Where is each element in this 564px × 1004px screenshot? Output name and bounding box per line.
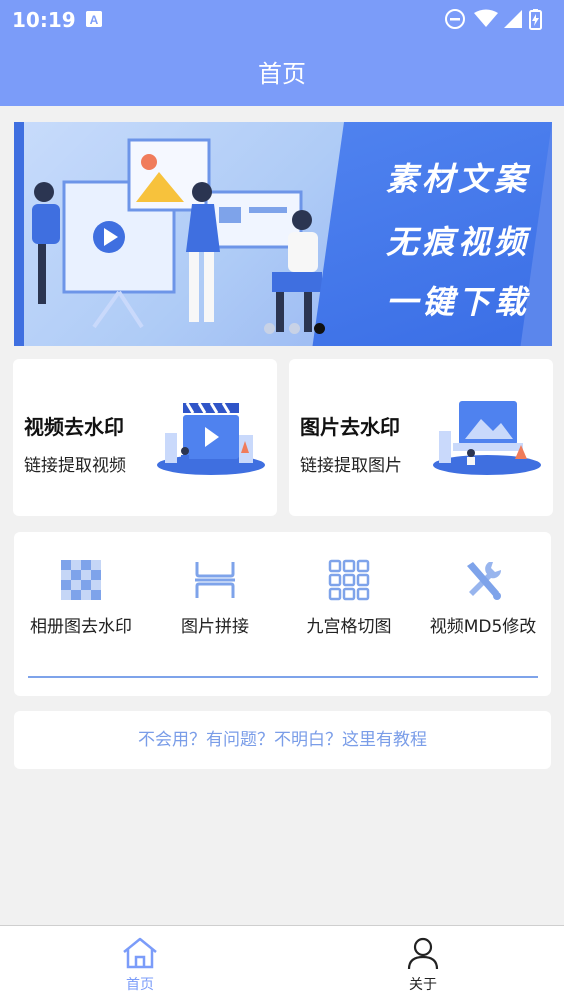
nav-label: 首页 — [126, 977, 154, 993]
nav-label: 关于 — [409, 977, 437, 993]
home-icon — [123, 937, 157, 969]
status-icons — [444, 8, 554, 30]
tool-image-stitch[interactable]: 图片拼接 — [148, 554, 282, 644]
grid-icon — [328, 559, 370, 601]
image-illustration — [431, 395, 543, 477]
status-time: 10:19 — [12, 8, 76, 32]
card-title: 视频去水印 — [24, 415, 124, 439]
status-bar: 10:19 A — [0, 0, 564, 40]
person-icon — [407, 937, 439, 970]
dnd-icon — [445, 9, 465, 29]
page-title: 首页 — [258, 60, 306, 88]
promo-banner[interactable]: 素材文案 无痕视频 一键下载 — [14, 122, 552, 346]
tool-label: 九宫格切图 — [306, 617, 392, 637]
tool-nine-grid[interactable]: 九宫格切图 — [282, 554, 416, 644]
card-title: 图片去水印 — [300, 415, 400, 439]
tools-icon — [467, 562, 502, 600]
svg-text:A: A — [90, 13, 99, 27]
image-watermark-card[interactable]: 图片去水印 链接提取图片 — [289, 359, 553, 516]
signal-icon — [504, 10, 522, 28]
tool-video-md5[interactable]: 视频MD5修改 — [416, 554, 550, 644]
banner-line: 素材文案 — [385, 160, 530, 198]
video-clapper-illustration — [155, 395, 267, 477]
bottom-nav: 首页 关于 — [0, 925, 564, 1004]
card-subtitle: 链接提取视频 — [24, 456, 126, 476]
wifi-icon — [474, 9, 498, 27]
tools-panel: 相册图去水印 图片拼接 九宫格切图 视频MD5修改 — [14, 532, 551, 696]
tool-label: 图片拼接 — [181, 617, 249, 637]
nav-about[interactable]: 关于 — [373, 936, 473, 994]
pagination-dot-active[interactable] — [314, 323, 325, 334]
stitch-icon — [195, 562, 235, 598]
tool-label: 视频MD5修改 — [429, 617, 537, 637]
tool-label: 相册图去水印 — [30, 617, 132, 637]
tool-album-watermark[interactable]: 相册图去水印 — [14, 554, 148, 644]
banner-line: 一键下载 — [385, 283, 530, 321]
card-subtitle: 链接提取图片 — [300, 456, 402, 476]
tools-divider — [28, 676, 538, 678]
pagination-dot[interactable] — [264, 323, 275, 334]
pagination-dot[interactable] — [289, 323, 300, 334]
banner-line: 无痕视频 — [385, 223, 530, 261]
help-tutorial-link[interactable]: 不会用？有问题？不明白？这里有教程 — [14, 711, 551, 769]
video-watermark-card[interactable]: 视频去水印 链接提取视频 — [13, 359, 277, 516]
banner-pagination[interactable] — [264, 319, 339, 334]
keyboard-notification-icon: A — [86, 11, 102, 27]
checker-icon — [61, 560, 101, 600]
app-header: 10:19 A 首页 — [0, 0, 564, 106]
nav-home[interactable]: 首页 — [90, 936, 190, 994]
battery-icon — [529, 9, 542, 30]
